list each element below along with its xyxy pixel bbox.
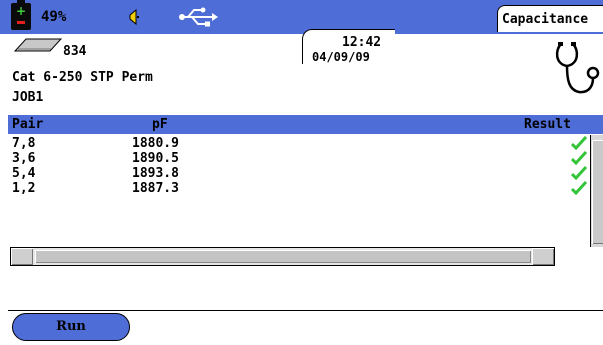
battery-percent: 49% — [41, 9, 67, 25]
status-bar: + 49% Capacitance — [0, 0, 603, 34]
pair-cell: 3,6 — [12, 151, 36, 166]
scroll-right-button[interactable] — [532, 248, 554, 265]
battery-icon: + — [11, 0, 31, 30]
date-label: 04/09/09 — [312, 50, 370, 64]
time-label: 12:42 — [342, 35, 382, 50]
horizontal-scrollbar[interactable] — [10, 247, 555, 266]
speaker-icon[interactable] — [126, 8, 144, 26]
pair-cell: 7,8 — [12, 136, 36, 151]
horizontal-scroll-thumb[interactable] — [35, 250, 531, 263]
pass-check-icon — [571, 166, 587, 180]
pass-check-icon — [571, 151, 587, 165]
pf-cell: 1887.3 — [132, 181, 179, 196]
stethoscope-icon — [555, 42, 600, 94]
cable-type: Cat 6-250 STP Perm — [12, 70, 153, 85]
tester-screen: + 49% Capacitance 834 12:42 04/09/09 Cat… — [0, 0, 603, 345]
pair-cell: 5,4 — [12, 166, 36, 181]
pass-check-icon — [571, 181, 587, 195]
col-pair-header: Pair — [12, 117, 44, 132]
usb-icon — [179, 7, 218, 27]
pair-cell: 1,2 — [12, 181, 36, 196]
disk-icon — [14, 38, 62, 52]
results-table: 7,8 1880.9 3,6 1890.5 5,4 1893.8 1,2 188… — [8, 136, 588, 196]
pf-cell: 1880.9 — [132, 136, 179, 151]
pass-check-icon — [571, 136, 587, 150]
scroll-left-button[interactable] — [11, 248, 33, 265]
screen-title: Capacitance — [502, 12, 589, 27]
table-row[interactable]: 7,8 1880.9 — [8, 136, 588, 151]
run-button[interactable]: Run — [12, 313, 130, 341]
col-result-header: Result — [524, 117, 571, 132]
vertical-scrollbar[interactable] — [590, 135, 603, 247]
vertical-scroll-thumb[interactable] — [592, 140, 603, 244]
pf-cell: 1893.8 — [132, 166, 179, 181]
table-header: Pair pF Result — [8, 115, 603, 134]
table-row[interactable]: 1,2 1887.3 — [8, 181, 588, 196]
job-name: JOB1 — [12, 90, 44, 105]
table-row[interactable]: 3,6 1890.5 — [8, 151, 588, 166]
divider — [8, 310, 603, 311]
record-count: 834 — [63, 44, 87, 59]
screen-title-tab: Capacitance — [497, 5, 603, 32]
col-pf-header: pF — [152, 117, 168, 132]
pf-cell: 1890.5 — [132, 151, 179, 166]
table-row[interactable]: 5,4 1893.8 — [8, 166, 588, 181]
